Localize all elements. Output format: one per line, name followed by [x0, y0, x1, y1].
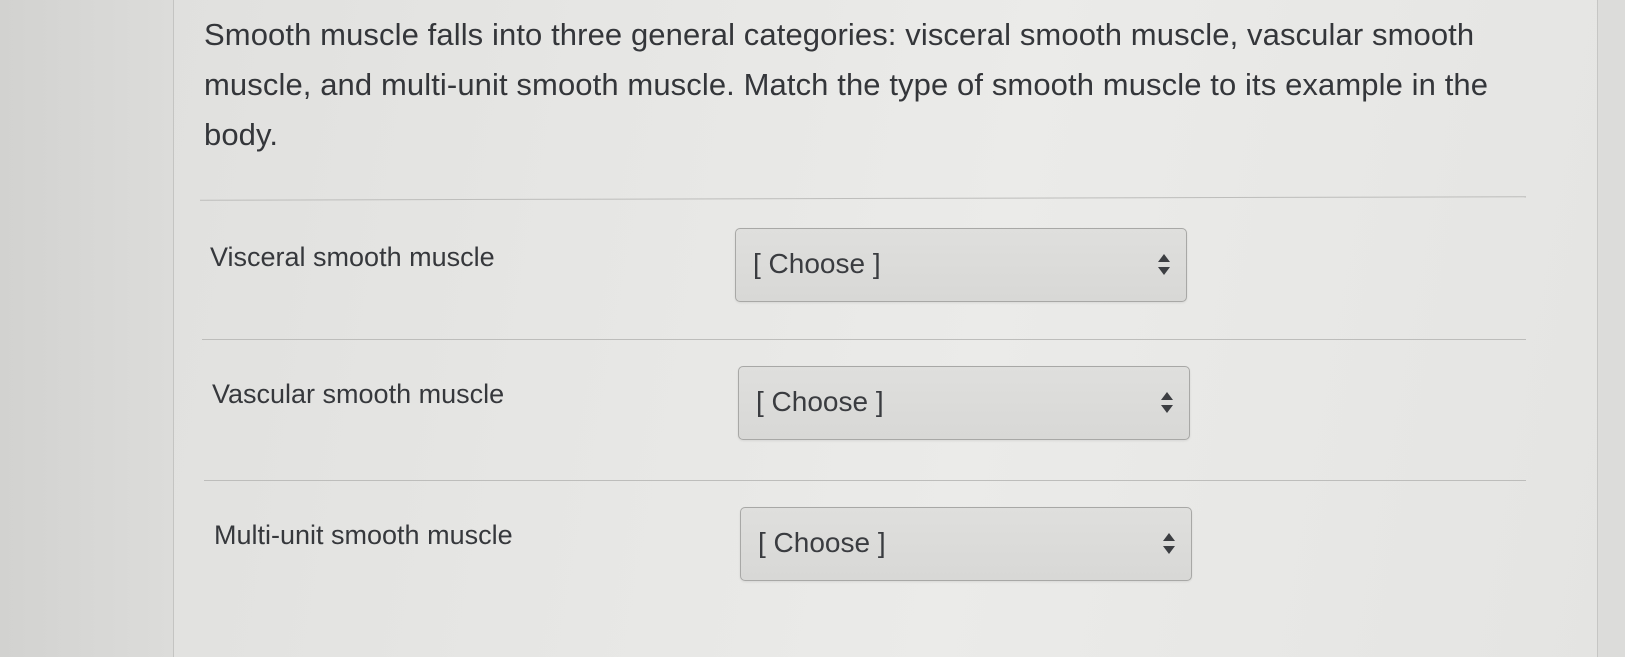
question-panel: Smooth muscle falls into three general c… [174, 0, 1596, 657]
question-text: Smooth muscle falls into three general c… [204, 17, 1489, 152]
divider-2 [204, 480, 1526, 481]
up-down-arrows-icon [1163, 533, 1175, 554]
row-label-visceral: Visceral smooth muscle [210, 242, 495, 272]
up-down-arrows-icon [1161, 392, 1173, 413]
select-value-multi-unit: [ Choose ] [758, 527, 886, 558]
up-down-arrows-icon [1158, 254, 1170, 275]
answer-row-visceral: Visceral smooth muscle [ Choose ] [174, 228, 1596, 348]
select-value-visceral: [ Choose ] [753, 248, 881, 279]
select-value-vascular: [ Choose ] [756, 386, 884, 417]
right-margin [1597, 0, 1625, 657]
select-visceral[interactable]: [ Choose ] [735, 228, 1187, 302]
row-label-multi-unit: Multi-unit smooth muscle [214, 520, 513, 550]
select-multi-unit[interactable]: [ Choose ] [740, 507, 1192, 581]
divider-top [200, 196, 1526, 201]
left-margin [0, 0, 174, 657]
page: Smooth muscle falls into three general c… [0, 0, 1625, 657]
answer-row-vascular: Vascular smooth muscle [ Choose ] [174, 366, 1596, 486]
divider-1 [202, 339, 1526, 340]
row-label-vascular: Vascular smooth muscle [212, 379, 505, 409]
select-vascular[interactable]: [ Choose ] [738, 366, 1190, 440]
answer-row-multi-unit: Multi-unit smooth muscle [ Choose ] [174, 507, 1596, 627]
